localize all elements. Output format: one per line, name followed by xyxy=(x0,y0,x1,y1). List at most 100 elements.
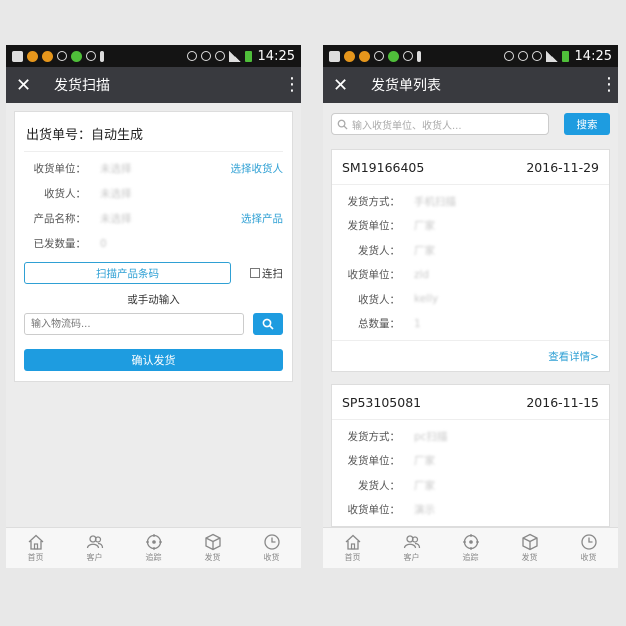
tab-label: 发货 xyxy=(204,553,221,562)
field-value: 未选择 xyxy=(100,188,132,200)
tab-bar: 首页 客户 追踪 发货 收货 xyxy=(323,527,618,568)
form-row-product: 产品名称： 未选择 选择产品 xyxy=(24,206,284,231)
tab-label: 客户 xyxy=(403,553,420,562)
more-icon[interactable]: ⋮ xyxy=(600,76,618,94)
order-row: 发货人： 厂家 xyxy=(332,238,609,263)
phone-shipping-scan: 14:25 ✕ 发货扫描 ⋮ 出货单号：自动生成 收货单位： 未选择 选择收货人… xyxy=(6,45,301,568)
wechat-icon xyxy=(71,50,82,62)
row-label: 发货方式： xyxy=(347,195,401,208)
field-value: 未选择 xyxy=(100,213,132,225)
usb-icon xyxy=(417,50,421,62)
wifi-signal-icon xyxy=(531,51,542,61)
order-row: 发货单位： 厂家 xyxy=(332,214,609,239)
tab-label: 收货 xyxy=(263,553,280,562)
tab-home[interactable]: 首页 xyxy=(6,528,65,568)
order-card[interactable]: SP53105081 2016-11-15 发货方式： pc扫描 发货单位： 厂家 … xyxy=(331,384,610,527)
tab-receive[interactable]: 收货 xyxy=(242,528,301,568)
battery-icon xyxy=(244,50,252,62)
form-row-shipped-qty: 已发数量： 0 xyxy=(24,231,283,256)
more-icon[interactable]: ⋮ xyxy=(283,76,301,94)
cloud-icon xyxy=(57,51,67,61)
shipping-form: 出货单号：自动生成 收货单位： 未选择 选择收货人 收货人： 未选择 产品名称：… xyxy=(14,111,293,382)
code-search-button[interactable] xyxy=(253,313,283,335)
tab-ship[interactable]: 发货 xyxy=(183,528,242,568)
battery-icon xyxy=(561,50,569,62)
continuous-scan-label: 连扫 xyxy=(262,267,283,280)
alarm-icon xyxy=(517,51,528,61)
wifi-icon xyxy=(403,51,413,61)
tab-label: 首页 xyxy=(344,553,361,562)
tab-label: 追踪 xyxy=(145,553,162,562)
status-bar: 14:25 xyxy=(323,45,618,67)
field-label: 产品名称： xyxy=(33,213,87,225)
row-value: pc扫描 xyxy=(414,430,448,443)
tab-label: 追踪 xyxy=(462,553,479,562)
mute-icon xyxy=(186,51,197,61)
box-icon xyxy=(204,533,221,551)
tab-ship[interactable]: 发货 xyxy=(500,528,559,568)
row-value: 厂家 xyxy=(414,479,435,492)
row-label: 发货人： xyxy=(358,479,400,492)
continuous-scan-option[interactable]: 连扫 xyxy=(250,266,283,281)
alarm-icon xyxy=(200,51,211,61)
search-button[interactable]: 搜索 xyxy=(564,113,610,135)
tab-label: 首页 xyxy=(27,553,44,562)
mute-icon xyxy=(503,51,514,61)
row-value: 1 xyxy=(414,317,421,330)
tab-bar: 首页 客户 追踪 发货 收货 xyxy=(6,527,301,568)
manual-input-text: 或手动输入 xyxy=(127,294,180,306)
field-value: 未选择 xyxy=(100,163,132,175)
wifi-signal-icon xyxy=(214,51,225,61)
search-bar: 输入收货单位、收货人... 搜索 xyxy=(323,103,618,141)
tab-label: 收货 xyxy=(580,553,597,562)
row-value: kelly xyxy=(414,293,439,306)
close-icon[interactable]: ✕ xyxy=(16,75,42,96)
order-footer: 查看详情> xyxy=(332,340,609,371)
scan-barcode-button[interactable]: 扫描产品条码 xyxy=(24,262,231,284)
select-receiver-link[interactable]: 选择收货人 xyxy=(231,161,284,176)
wifi-icon xyxy=(86,51,96,61)
tab-label: 发货 xyxy=(521,553,538,562)
order-date: 2016-11-29 xyxy=(526,159,599,175)
order-row: 收货单位： 演示 xyxy=(332,498,609,523)
order-row: 收货单位： zld xyxy=(332,263,609,288)
tab-home[interactable]: 首页 xyxy=(323,528,382,568)
notification-icon xyxy=(12,50,23,62)
row-label: 发货人： xyxy=(358,244,400,257)
tab-customers[interactable]: 客户 xyxy=(65,528,124,568)
view-details-link[interactable]: 查看详情> xyxy=(548,349,599,364)
page-title: 发货单列表 xyxy=(371,78,441,94)
row-value: 厂家 xyxy=(414,455,435,468)
home-icon xyxy=(345,534,360,550)
row-label: 收货单位： xyxy=(347,269,401,282)
order-card[interactable]: SM19166405 2016-11-29 发货方式： 手机扫描 发货单位： 厂家 … xyxy=(331,149,610,372)
tab-receive[interactable]: 收货 xyxy=(559,528,618,568)
close-icon[interactable]: ✕ xyxy=(333,75,359,96)
cloud-icon xyxy=(374,51,384,61)
clock: 14:25 xyxy=(257,48,295,64)
page-title: 发货扫描 xyxy=(54,78,110,94)
tab-track[interactable]: 追踪 xyxy=(441,528,500,568)
field-value: 0 xyxy=(100,237,107,250)
select-product-link[interactable]: 选择产品 xyxy=(241,211,283,226)
order-details: 发货方式： 手机扫描 发货单位： 厂家 发货人： 厂家 收货单位： zld 收货人： ke… xyxy=(332,185,609,340)
wechat-icon xyxy=(388,50,399,62)
code-input-row xyxy=(24,313,283,335)
logistics-code-input[interactable] xyxy=(24,313,244,335)
field-label: 收货人： xyxy=(44,188,86,200)
track-icon xyxy=(462,534,479,550)
confirm-shipping-button[interactable]: 确认发货 xyxy=(24,349,283,371)
row-value: 演示 xyxy=(414,504,435,517)
phone-shipping-list: 14:25 ✕ 发货单列表 ⋮ 输入收货单位、收货人... 搜索 SM19166… xyxy=(323,45,618,568)
tab-track[interactable]: 追踪 xyxy=(124,528,183,568)
tab-customers[interactable]: 客户 xyxy=(382,528,441,568)
search-icon xyxy=(262,318,274,330)
continuous-scan-checkbox[interactable] xyxy=(250,268,260,278)
app-icon xyxy=(344,50,355,62)
customers-icon xyxy=(403,535,420,549)
notification-icon xyxy=(329,50,340,62)
row-label: 发货单位： xyxy=(347,455,401,468)
home-icon xyxy=(28,534,43,550)
search-input[interactable]: 输入收货单位、收货人... xyxy=(331,113,549,135)
signal-icon xyxy=(228,50,241,62)
